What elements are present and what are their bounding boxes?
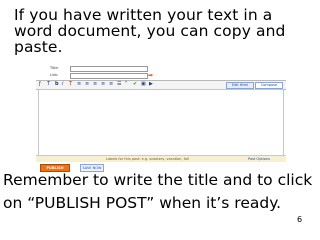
title-label: Title: — [50, 66, 59, 70]
image-icon[interactable]: ▣ — [141, 82, 146, 87]
heading-line: If you have written your text in a — [14, 6, 273, 24]
video-icon[interactable]: ▶ — [149, 82, 153, 87]
post-options-link[interactable]: Post Options — [248, 156, 270, 162]
heading-line: word document, you can copy and — [14, 22, 286, 40]
spellcheck-icon[interactable]: ✔ — [133, 82, 137, 87]
slide-heading: If you have written your text in a word … — [14, 7, 314, 55]
align-left-icon[interactable]: ≡ — [85, 82, 89, 87]
tab-edit-html[interactable]: Edit Html — [226, 82, 254, 89]
blog-editor-screenshot: Title: Link: ➡ ƒ T b i T ≡ ≡ ≡ ≡ ≡ ☰ “ ✔… — [36, 66, 286, 176]
link-input[interactable] — [70, 73, 148, 79]
bold-icon[interactable]: b — [55, 82, 59, 87]
align-right-icon[interactable]: ≡ — [101, 82, 105, 87]
font-icon[interactable]: ƒ — [39, 82, 41, 87]
page-number: 6 — [297, 215, 303, 224]
arrow-right-icon: ➡ — [148, 72, 154, 79]
align-center-icon[interactable]: ≡ — [93, 82, 97, 87]
justify-icon[interactable]: ≡ — [109, 82, 113, 87]
text-color-icon[interactable]: T — [69, 82, 72, 87]
tab-compose[interactable]: Compose — [255, 82, 283, 89]
body-line: on “PUBLISH POST” when it’s ready. — [3, 194, 282, 212]
post-body-editor[interactable] — [38, 89, 284, 158]
link-icon[interactable]: ≡ — [77, 82, 81, 87]
labels-hint: Labels for this post: e.g. scooters, vac… — [106, 157, 189, 161]
title-input[interactable] — [70, 66, 148, 72]
body-line: Remember to write the title and to click — [3, 171, 313, 189]
post-labels-bar: Labels for this post: e.g. scooters, vac… — [36, 155, 286, 162]
quote-icon[interactable]: “ — [125, 82, 128, 87]
heading-line: paste. — [14, 38, 63, 56]
list-icon[interactable]: ☰ — [117, 82, 121, 87]
italic-icon[interactable]: i — [62, 82, 63, 87]
font-size-icon[interactable]: T — [47, 82, 50, 87]
link-label: Link: — [50, 73, 59, 77]
slide-body: Remember to write the title and to click… — [3, 169, 320, 215]
